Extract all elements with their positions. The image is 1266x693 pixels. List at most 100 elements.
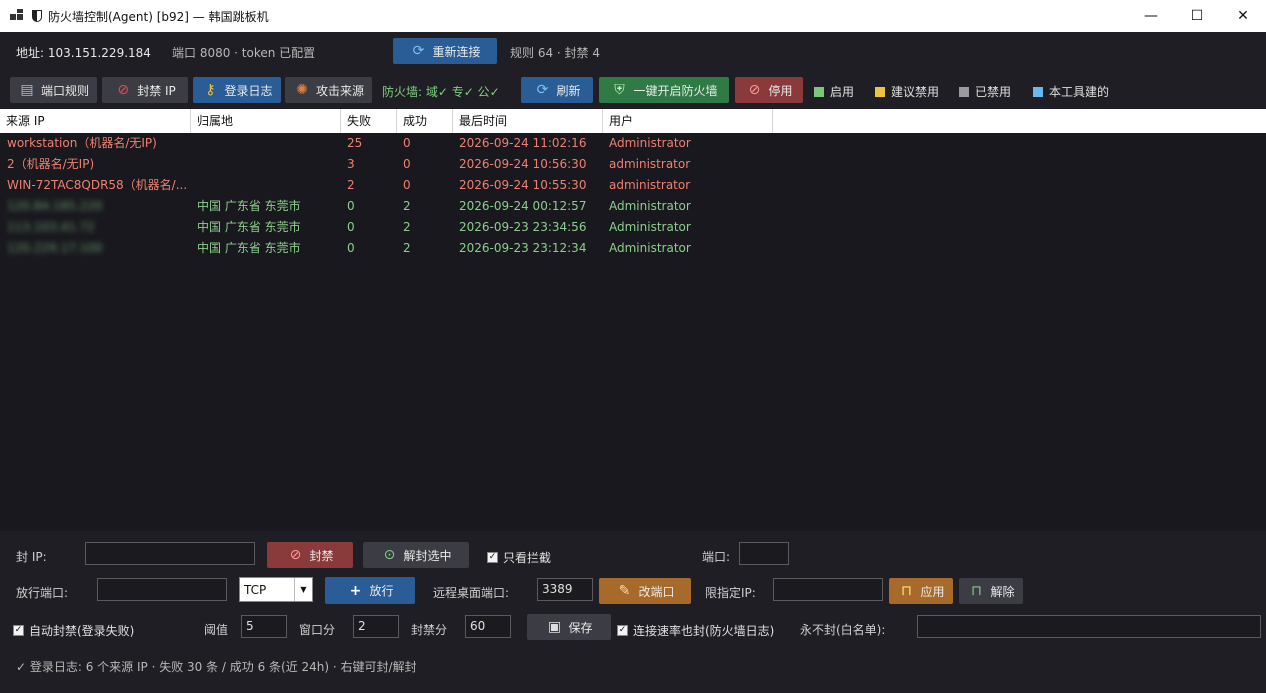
table-row[interactable]: WIN-72TAC8QDR58（机器名/... 2 0 2026-09-24 1… bbox=[0, 175, 1266, 196]
rdp-port-label: 远程桌面端口: bbox=[433, 586, 510, 600]
connection-info-bar: 地址: 103.151.229.184 端口 8080 · token 已配置 … bbox=[0, 32, 1266, 72]
close-button[interactable]: ✕ bbox=[1220, 0, 1266, 32]
cell-location bbox=[197, 154, 337, 175]
save-button[interactable]: ▣ 保存 bbox=[527, 614, 611, 640]
whitelist-input[interactable] bbox=[917, 615, 1261, 638]
rules-stats: 规则 64 · 封禁 4 bbox=[510, 45, 600, 60]
cell-fail: 25 bbox=[347, 136, 363, 150]
enable-firewall-button[interactable]: ⛨ 一键开启防火墙 bbox=[599, 77, 729, 103]
table-row[interactable]: 2（机器名/无IP) 3 0 2026-09-24 10:56:30 admin… bbox=[0, 154, 1266, 175]
change-port-label: 改端口 bbox=[638, 584, 675, 599]
key-icon: ⚷ bbox=[205, 82, 216, 98]
cell-source-ip: workstation（机器名/无IP) bbox=[7, 136, 157, 150]
maximize-button[interactable]: ☐ bbox=[1174, 0, 1220, 32]
tab-port-rules-label: 端口规则 bbox=[40, 83, 89, 98]
allow-button-label: 放行 bbox=[369, 584, 394, 598]
refresh-button[interactable]: ⟳ 刷新 bbox=[521, 77, 593, 103]
ban-ip-input[interactable] bbox=[85, 542, 255, 565]
only-blocked-checkbox[interactable]: ✓ 只看拦截 bbox=[487, 549, 551, 566]
tab-attack-source-label: 攻击来源 bbox=[315, 83, 364, 98]
tab-port-rules[interactable]: ▤ 端口规则 bbox=[10, 77, 97, 103]
cell-user: Administrator bbox=[609, 199, 691, 213]
tab-ban-ip-label: 封禁 IP bbox=[137, 83, 176, 98]
ban-minutes-label: 封禁分 bbox=[411, 623, 448, 637]
reconnect-button[interactable]: ⟳ 重新连接 bbox=[393, 38, 497, 64]
only-blocked-label: 只看拦截 bbox=[503, 551, 552, 565]
protocol-select[interactable]: TCP ▼ bbox=[239, 577, 313, 602]
rdp-port-input[interactable]: 3389 bbox=[537, 578, 593, 601]
checkbox-checked-icon: ✓ bbox=[13, 625, 24, 636]
window-minutes-label: 窗口分 bbox=[299, 623, 336, 637]
cell-location: 中国 广东省 东莞市 bbox=[197, 220, 301, 234]
column-header-location[interactable]: 归属地 bbox=[191, 109, 341, 133]
cell-source-ip: 2（机器名/无IP) bbox=[7, 157, 95, 171]
column-header-source-ip[interactable]: 来源 IP bbox=[0, 109, 191, 133]
threshold-input[interactable]: 5 bbox=[241, 615, 287, 638]
cell-user: administrator bbox=[609, 178, 691, 192]
tab-login-log[interactable]: ⚷ 登录日志 bbox=[193, 77, 281, 103]
title-bar: 防火墙控制(Agent) [b92] — 韩国跳板机 — ☐ ✕ bbox=[0, 0, 1266, 32]
ban-icon: ⊘ bbox=[748, 82, 761, 98]
ban-icon: ⊘ bbox=[117, 82, 130, 98]
minimize-button[interactable]: — bbox=[1128, 0, 1174, 32]
cell-fail: 0 bbox=[347, 199, 355, 213]
cell-fail: 0 bbox=[347, 241, 355, 255]
plus-icon: + bbox=[349, 582, 362, 599]
rate-ban-checkbox[interactable]: ✓ 连接速率也封(防火墙日志) bbox=[617, 622, 774, 639]
column-header-user[interactable]: 用户 bbox=[603, 109, 773, 133]
cell-last-time: 2026-09-24 10:56:30 bbox=[459, 157, 587, 171]
reconnect-label: 重新连接 bbox=[432, 44, 481, 59]
table-row[interactable]: 113.103.41.72 中国 广东省 东莞市 0 2 2026-09-23 … bbox=[0, 217, 1266, 238]
tab-ban-ip[interactable]: ⊘ 封禁 IP bbox=[102, 77, 188, 103]
table-row[interactable]: workstation（机器名/无IP) 25 0 2026-09-24 11:… bbox=[0, 133, 1266, 154]
save-label: 保存 bbox=[568, 620, 593, 635]
ban-button[interactable]: ⊘ 封禁 bbox=[267, 542, 353, 568]
control-panel: 封 IP: ⊘ 封禁 ⊙ 解封选中 ✓ 只看拦截 端口: 放行端口: TCP ▼… bbox=[0, 531, 1266, 693]
cell-last-time: 2026-09-23 23:12:34 bbox=[459, 241, 587, 255]
cell-success: 0 bbox=[403, 157, 411, 171]
legend-label: 本工具建的 bbox=[1049, 85, 1110, 99]
lock-icon: ⊓ bbox=[901, 583, 912, 599]
unlock-icon: ⊓ bbox=[971, 583, 982, 599]
cell-location: 中国 广东省 东莞市 bbox=[197, 199, 301, 213]
window-minutes-input[interactable]: 2 bbox=[353, 615, 399, 638]
server-address: 地址: 103.151.229.184 bbox=[16, 45, 151, 60]
port-input[interactable] bbox=[739, 542, 789, 565]
legend-label: 启用 bbox=[830, 85, 855, 99]
cell-success: 0 bbox=[403, 178, 411, 192]
release-button[interactable]: ⊓ 解除 bbox=[959, 578, 1023, 604]
ban-minutes-input[interactable]: 60 bbox=[465, 615, 511, 638]
cell-source-ip: WIN-72TAC8QDR58（机器名/... bbox=[7, 178, 188, 192]
apply-button[interactable]: ⊓ 应用 bbox=[889, 578, 953, 604]
cell-user: Administrator bbox=[609, 220, 691, 234]
table-row[interactable]: 120.229.17.100 中国 广东省 东莞市 0 2 2026-09-23… bbox=[0, 238, 1266, 259]
tab-attack-source[interactable]: ✺ 攻击来源 bbox=[285, 77, 372, 103]
allow-port-input[interactable] bbox=[97, 578, 227, 601]
table-row[interactable]: 120.84.185.220 中国 广东省 东莞市 0 2 2026-09-24… bbox=[0, 196, 1266, 217]
port-token-status: 端口 8080 · token 已配置 bbox=[172, 45, 316, 60]
unban-selected-button[interactable]: ⊙ 解封选中 bbox=[363, 542, 469, 568]
window-title: 防火墙控制(Agent) [b92] — 韩国跳板机 bbox=[48, 9, 269, 24]
table-header: 来源 IP 归属地 失败 成功 最后时间 用户 bbox=[0, 109, 1266, 133]
ban-ip-label: 封 IP: bbox=[16, 550, 47, 564]
column-header-fail[interactable]: 失败 bbox=[341, 109, 397, 133]
cell-success: 2 bbox=[403, 220, 411, 234]
auto-ban-checkbox[interactable]: ✓ 自动封禁(登录失败) bbox=[13, 622, 134, 639]
legend-swatch bbox=[1033, 86, 1043, 97]
shield-check-icon: ⛨ bbox=[614, 82, 625, 98]
allow-button[interactable]: + 放行 bbox=[325, 577, 415, 604]
cell-user: administrator bbox=[609, 157, 691, 171]
legend-label: 已禁用 bbox=[975, 85, 1012, 99]
column-header-success[interactable]: 成功 bbox=[397, 109, 453, 133]
ban-icon: ⊘ bbox=[289, 547, 302, 563]
chevron-down-icon: ▼ bbox=[294, 578, 312, 601]
checkbox-checked-icon: ✓ bbox=[617, 625, 628, 636]
limit-ip-input[interactable] bbox=[773, 578, 883, 601]
disable-button[interactable]: ⊘ 停用 bbox=[735, 77, 803, 103]
cell-last-time: 2026-09-24 00:12:57 bbox=[459, 199, 587, 213]
login-log-table: workstation（机器名/无IP) 25 0 2026-09-24 11:… bbox=[0, 133, 1266, 531]
change-port-button[interactable]: ✎ 改端口 bbox=[599, 578, 691, 604]
shield-icon bbox=[32, 10, 42, 22]
refresh-label: 刷新 bbox=[556, 83, 581, 98]
column-header-last-time[interactable]: 最后时间 bbox=[453, 109, 603, 133]
